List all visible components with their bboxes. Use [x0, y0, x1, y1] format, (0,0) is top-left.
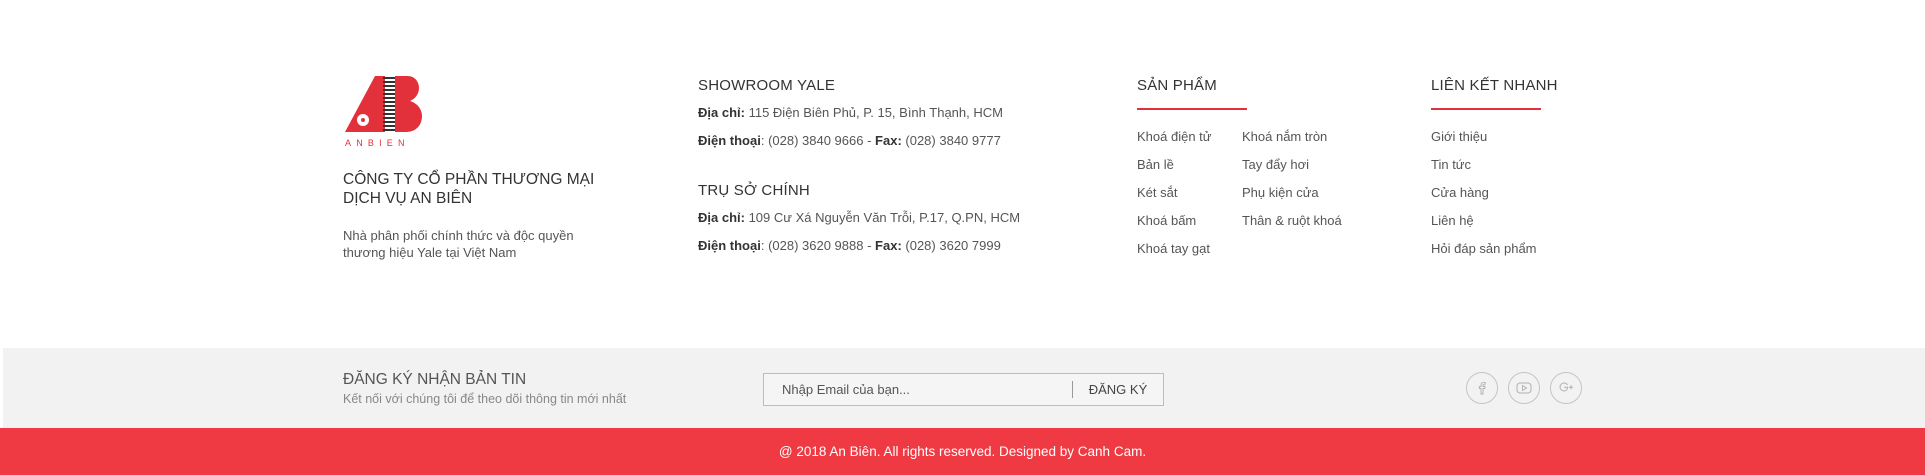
newsletter-subscribe-button[interactable]: ĐĂNG KÝ [1073, 374, 1163, 405]
products-title-underline [1137, 108, 1247, 110]
company-logo[interactable]: ANBIEN [343, 74, 423, 148]
quick-links-title: LIÊN KẾT NHANH [1431, 77, 1558, 94]
company-description: Nhà phân phối chính thức và độc quyền th… [343, 228, 574, 260]
showroom-fax-value: (028) 3840 9777 [901, 133, 1001, 148]
facebook-glyph [1478, 381, 1486, 395]
copyright-text: @ 2018 An Biên. All rights reserved. Des… [778, 444, 1147, 459]
showroom-phone-label: Điện thoại [698, 133, 761, 148]
product-link[interactable]: Phụ kiện cửa [1242, 184, 1342, 212]
headquarters-phone: Điện thoại: (028) 3620 9888 - Fax: (028)… [698, 237, 1058, 255]
company-name: CÔNG TY CỔ PHẦN THƯƠNG MẠI DỊCH VỤ AN BI… [343, 171, 595, 207]
headquarters-fax-label: Fax: [875, 238, 902, 253]
logo-graphic: ANBIEN [345, 76, 422, 148]
headquarters-title: TRỤ SỞ CHÍNH [698, 182, 810, 199]
product-link[interactable]: Két sắt [1137, 184, 1242, 212]
newsletter-title: ĐĂNG KÝ NHẬN BẢN TIN [343, 371, 527, 388]
quick-link[interactable]: Hỏi đáp sản phẩm [1431, 240, 1537, 268]
quick-links-column: LIÊN KẾT NHANH Giới thiệu Tin tức Cửa hà… [1431, 77, 1631, 268]
headquarters-phone-value[interactable]: : (028) 3620 9888 - [761, 238, 875, 253]
social-links [1466, 372, 1582, 404]
headquarters-address-label: Địa chỉ: [698, 210, 745, 225]
newsletter-section: ĐĂNG KÝ NHẬN BẢN TIN Kết nối với chúng t… [3, 348, 1925, 428]
brand-column: ANBIEN CÔNG TY CỔ PHẦN THƯƠNG MẠI DỊCH V… [343, 74, 613, 261]
showroom-block: SHOWROOM YALE Địa chỉ: 115 Điện Biên Phủ… [698, 77, 1058, 150]
showroom-address-value: 115 Điện Biên Phủ, P. 15, Bình Thạnh, HC… [744, 105, 1003, 120]
headquarters-address: Địa chỉ: 109 Cư Xá Nguyễn Văn Trỗi, P.17… [698, 209, 1058, 227]
quick-links-title-underline [1431, 108, 1541, 110]
products-column: SẢN PHẨM Khoá điện tử Bản lề Két sắt Kho… [1137, 77, 1377, 268]
youtube-icon[interactable] [1508, 372, 1540, 404]
showroom-address: Địa chỉ: 115 Điện Biên Phủ, P. 15, Bình … [698, 104, 1058, 122]
contact-column: SHOWROOM YALE Địa chỉ: 115 Điện Biên Phủ… [698, 77, 1058, 255]
quick-link[interactable]: Liên hệ [1431, 212, 1537, 240]
products-list-1: Khoá điện tử Bản lề Két sắt Khoá bấm Kho… [1137, 128, 1242, 268]
newsletter-form: ĐĂNG KÝ [763, 373, 1164, 406]
footer-main: ANBIEN CÔNG TY CỔ PHẦN THƯƠNG MẠI DỊCH V… [0, 0, 1925, 348]
product-link[interactable]: Bản lề [1137, 156, 1242, 184]
headquarters-block: TRỤ SỞ CHÍNH Địa chỉ: 109 Cư Xá Nguyễn V… [698, 182, 1058, 255]
products-list-2: Khoá nắm tròn Tay đẩy hơi Phụ kiện cửa T… [1242, 128, 1342, 268]
google-plus-glyph [1559, 382, 1573, 392]
facebook-icon[interactable] [1466, 372, 1498, 404]
product-link[interactable]: Tay đẩy hơi [1242, 156, 1342, 184]
newsletter-email-input[interactable] [764, 374, 1072, 405]
showroom-phone-value[interactable]: : (028) 3840 9666 - [761, 133, 875, 148]
showroom-phone: Điện thoại: (028) 3840 9666 - Fax: (028)… [698, 132, 1058, 150]
newsletter-subtitle: Kết nối với chúng tôi để theo dõi thông … [343, 392, 627, 406]
quick-links-list: Giới thiệu Tin tức Cửa hàng Liên hệ Hỏi … [1431, 128, 1537, 268]
quick-links: Giới thiệu Tin tức Cửa hàng Liên hệ Hỏi … [1431, 128, 1631, 268]
youtube-glyph [1516, 382, 1532, 394]
product-link[interactable]: Khoá bấm [1137, 212, 1242, 240]
products-title: SẢN PHẨM [1137, 77, 1217, 94]
headquarters-address-value: 109 Cư Xá Nguyễn Văn Trỗi, P.17, Q.PN, H… [744, 210, 1021, 225]
product-link[interactable]: Khoá điện tử [1137, 128, 1242, 156]
quick-link[interactable]: Giới thiệu [1431, 128, 1537, 156]
product-link[interactable]: Khoá tay gạt [1137, 240, 1242, 268]
product-link[interactable]: Thân & ruột khoá [1242, 212, 1342, 240]
showroom-title: SHOWROOM YALE [698, 77, 836, 94]
showroom-address-label: Địa chỉ: [698, 105, 745, 120]
headquarters-phone-label: Điện thoại [698, 238, 761, 253]
product-link[interactable]: Khoá nắm tròn [1242, 128, 1342, 156]
google-plus-icon[interactable] [1550, 372, 1582, 404]
logo-wordmark: ANBIEN [345, 138, 410, 148]
quick-link[interactable]: Cửa hàng [1431, 184, 1537, 212]
showroom-fax-label: Fax: [875, 133, 902, 148]
products-links: Khoá điện tử Bản lề Két sắt Khoá bấm Kho… [1137, 128, 1377, 268]
quick-link[interactable]: Tin tức [1431, 156, 1537, 184]
headquarters-fax-value: (028) 3620 7999 [901, 238, 1001, 253]
copyright-bar: @ 2018 An Biên. All rights reserved. Des… [0, 428, 1925, 475]
